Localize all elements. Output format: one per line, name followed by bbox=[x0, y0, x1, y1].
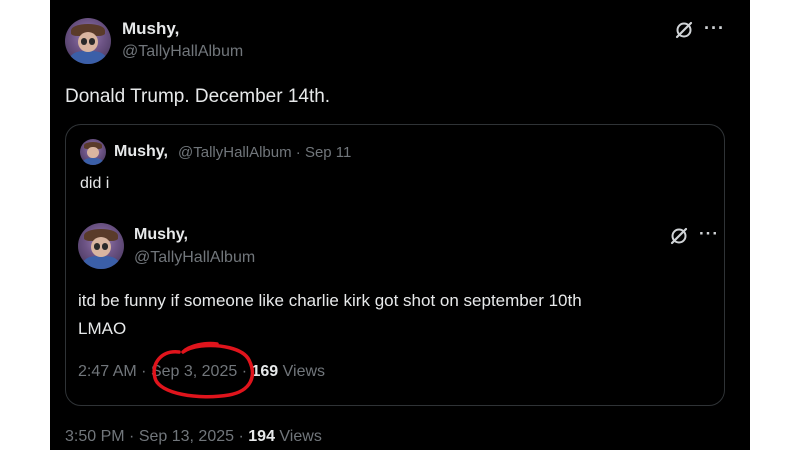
avatar-glasses-right bbox=[101, 243, 109, 250]
views-label[interactable]: Views bbox=[279, 428, 321, 445]
separator-dot: · bbox=[295, 144, 301, 161]
avatar-shirt bbox=[82, 157, 104, 165]
inner-tweet-time: 2:47 AM bbox=[78, 363, 137, 380]
separator-dot: · bbox=[238, 428, 244, 445]
grok-icon bbox=[669, 226, 689, 246]
quoted-text: did i bbox=[80, 175, 110, 192]
author-handle[interactable]: @TallyHallAlbum bbox=[122, 43, 243, 61]
separator-dot: · bbox=[129, 428, 135, 445]
views-count[interactable]: 194 bbox=[248, 428, 275, 445]
quoted-author-handle: @TallyHallAlbum · Sep 11 bbox=[178, 144, 351, 161]
author-avatar[interactable] bbox=[65, 18, 111, 64]
inner-tweet-text-line2: LMAO bbox=[78, 319, 127, 338]
avatar-face bbox=[87, 146, 99, 159]
avatar-shirt bbox=[82, 256, 120, 269]
tweet-date[interactable]: Sep 13, 2025 bbox=[139, 428, 234, 445]
screenshot-page: Mushy, @TallyHallAlbum ··· Donald Trump.… bbox=[0, 0, 800, 450]
tweet-text: Donald Trump. December 14th. bbox=[65, 86, 331, 107]
inner-tweet-text-line1: itd be funny if someone like charlie kir… bbox=[78, 291, 582, 310]
red-annotation-circle bbox=[152, 341, 255, 399]
inner-author-handle: @TallyHallAlbum bbox=[134, 249, 256, 266]
more-options-icon: ··· bbox=[699, 224, 719, 243]
quoted-date[interactable]: Sep 11 bbox=[305, 144, 351, 161]
avatar-glasses-left bbox=[80, 38, 88, 45]
tweet-time[interactable]: 3:50 PM bbox=[65, 428, 125, 445]
quoted-author-avatar bbox=[80, 139, 106, 165]
avatar-glasses-left bbox=[93, 243, 101, 250]
separator-dot: · bbox=[141, 363, 147, 380]
avatar-glasses-right bbox=[88, 38, 96, 45]
inner-author-name: Mushy, bbox=[134, 226, 188, 243]
more-options-icon[interactable]: ··· bbox=[704, 18, 725, 39]
quoted-handle-text: @TallyHallAlbum bbox=[178, 144, 292, 161]
tweet-meta: 3:50 PM · Sep 13, 2025 · 194 Views bbox=[65, 428, 322, 446]
avatar-shirt bbox=[69, 51, 107, 64]
grok-icon[interactable] bbox=[674, 20, 694, 40]
inner-author-avatar bbox=[78, 223, 124, 269]
quoted-author-name[interactable]: Mushy, bbox=[114, 143, 168, 161]
inner-views-label: Views bbox=[282, 363, 326, 380]
author-name[interactable]: Mushy, bbox=[122, 19, 179, 39]
tweet-panel: Mushy, @TallyHallAlbum ··· Donald Trump.… bbox=[50, 0, 750, 450]
